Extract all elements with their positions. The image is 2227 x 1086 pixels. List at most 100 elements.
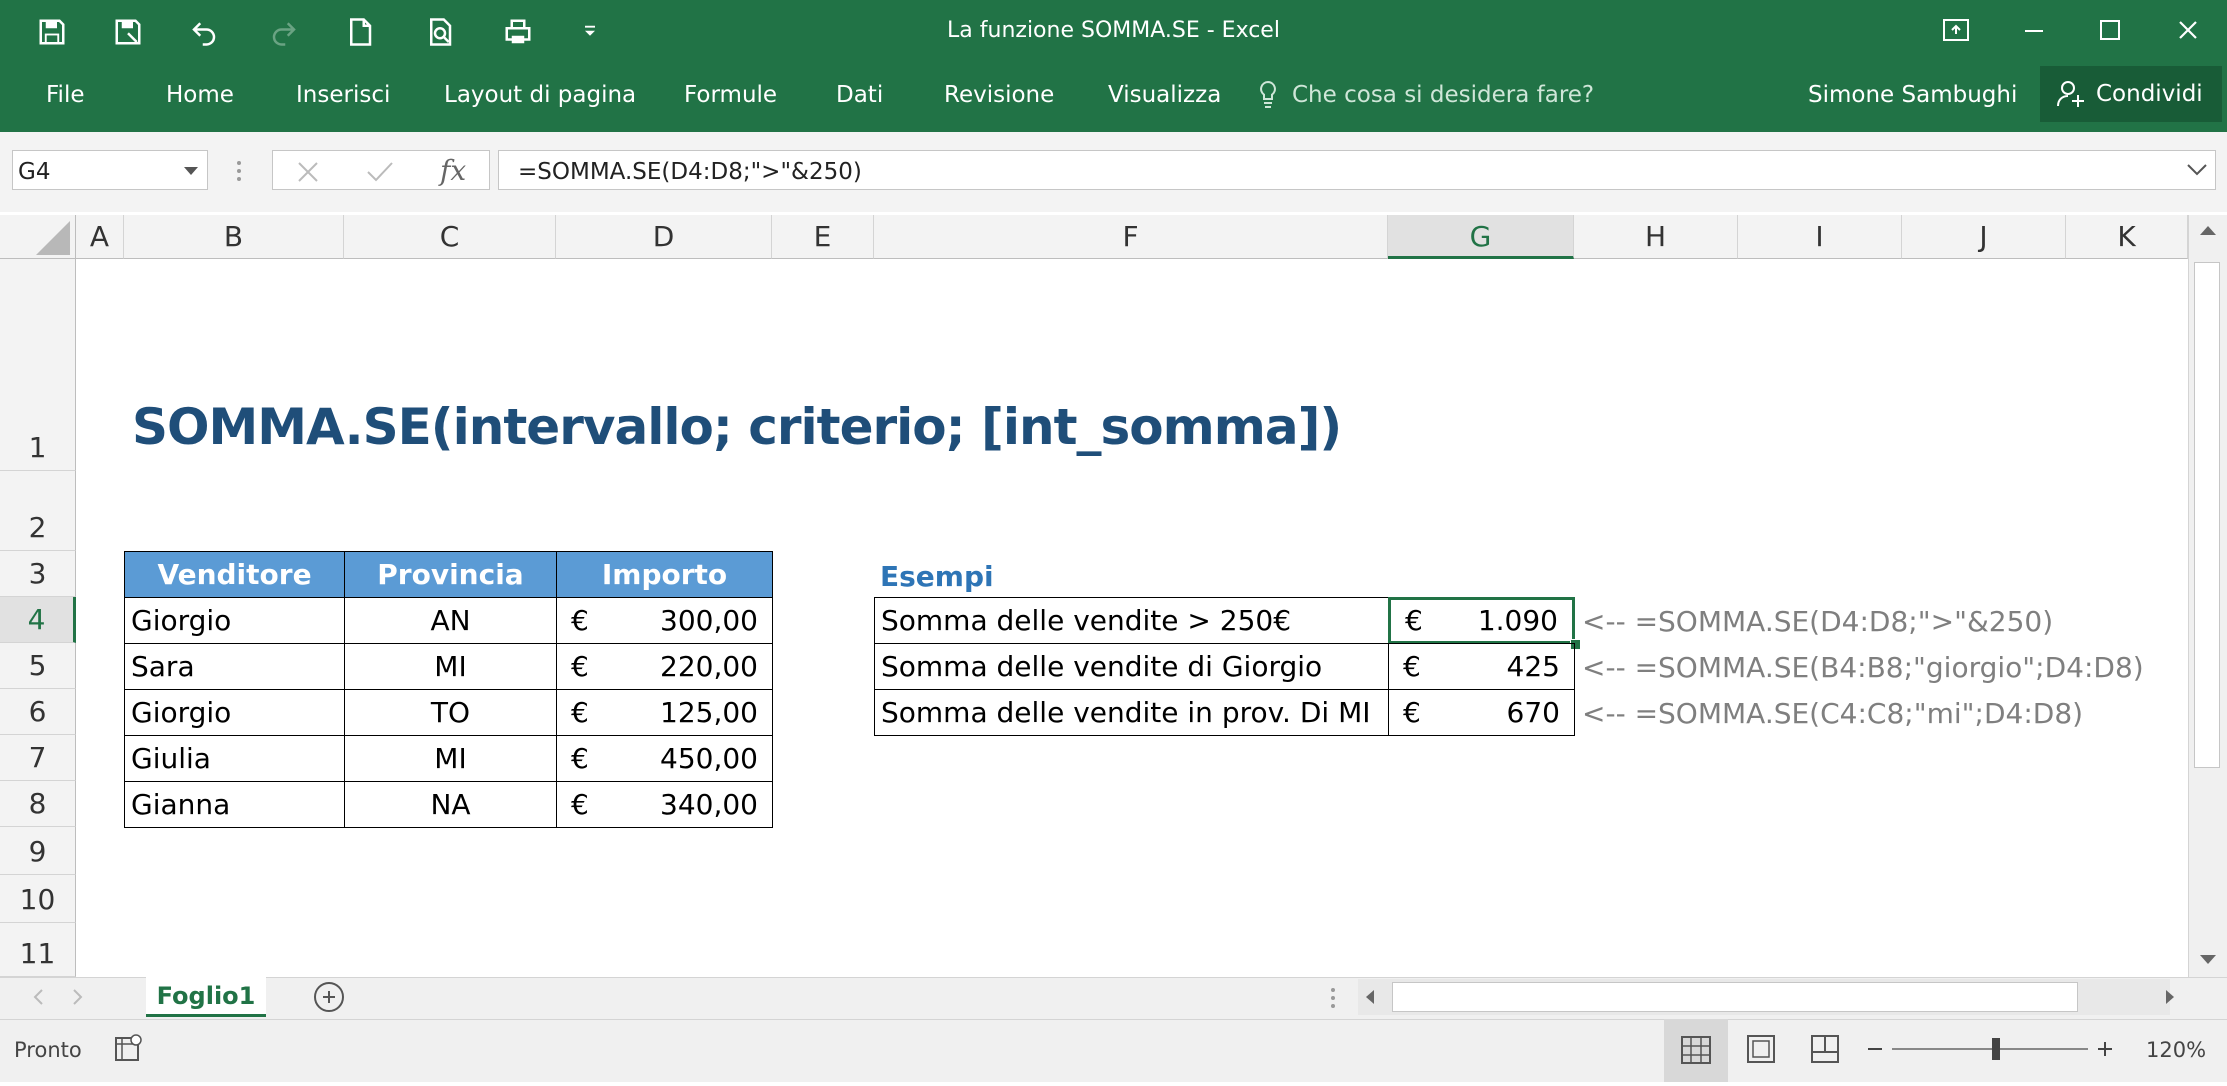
tab-home[interactable]: Home (166, 82, 234, 108)
select-all-button[interactable] (0, 215, 76, 259)
example-value: 1.090 (1477, 604, 1558, 637)
row-header-11[interactable]: 11 (0, 923, 76, 977)
row-header-6[interactable]: 6 (0, 689, 76, 735)
table-header-importo[interactable]: Importo (556, 551, 773, 598)
table-cell-importo[interactable]: € 340,00 (556, 781, 773, 828)
minimize-icon[interactable] (2004, 8, 2064, 52)
zoom-slider-thumb[interactable] (1992, 1038, 2000, 1060)
column-header-k[interactable]: K (2066, 215, 2188, 259)
horizontal-scroll-thumb[interactable] (1392, 982, 2078, 1012)
table-cell-provincia[interactable]: AN (344, 597, 557, 644)
user-name[interactable]: Simone Sambughi (1808, 82, 2017, 108)
table-cell-venditore[interactable]: Gianna (124, 781, 345, 828)
expand-formula-icon[interactable] (2186, 162, 2208, 182)
normal-view-icon[interactable] (1664, 1019, 1728, 1082)
ribbon-display-icon[interactable] (1926, 8, 1986, 52)
table-cell-provincia[interactable]: MI (344, 735, 557, 782)
zoom-level[interactable]: 120% (2146, 1038, 2206, 1062)
column-header-g[interactable]: G (1388, 215, 1574, 259)
column-header-i[interactable]: I (1738, 215, 1902, 259)
amount-value: 125,00 (660, 696, 758, 729)
insert-function-button[interactable]: fx (440, 154, 466, 187)
tab-layout-di-pagina[interactable]: Layout di pagina (444, 82, 636, 108)
zoom-out-icon[interactable] (1866, 1040, 1884, 1062)
enter-icon[interactable] (366, 160, 394, 188)
table-header-provincia[interactable]: Provincia (344, 551, 557, 598)
chevron-down-icon[interactable] (184, 167, 198, 175)
zoom-in-icon[interactable] (2096, 1040, 2114, 1062)
example-value-cell[interactable]: € 670 (1388, 689, 1575, 736)
tab-revisione[interactable]: Revisione (944, 82, 1054, 108)
table-cell-venditore[interactable]: Giulia (124, 735, 345, 782)
table-cell-venditore[interactable]: Giorgio (124, 689, 345, 736)
tab-formule[interactable]: Formule (684, 82, 777, 108)
example-label-cell[interactable]: Somma delle vendite > 250€ (874, 597, 1389, 644)
zoom-slider-track[interactable] (1892, 1048, 2088, 1050)
page-break-view-icon[interactable] (1808, 1034, 1842, 1068)
row-header-4[interactable]: 4 (0, 597, 76, 643)
tell-me-input[interactable]: Che cosa si desidera fare? (1292, 82, 1594, 108)
row-header-9[interactable]: 9 (0, 827, 76, 875)
tab-file[interactable]: File (46, 82, 85, 108)
table-cell-venditore[interactable]: Sara (124, 643, 345, 690)
example-value-cell[interactable]: € 425 (1388, 643, 1575, 690)
row-header-3[interactable]: 3 (0, 551, 76, 597)
table-cell-importo[interactable]: € 125,00 (556, 689, 773, 736)
scroll-up-icon[interactable] (2198, 222, 2218, 241)
table-header-venditore[interactable]: Venditore (124, 551, 345, 598)
macro-record-icon[interactable] (112, 1034, 144, 1068)
currency-symbol: € (1405, 604, 1423, 637)
tab-visualizza[interactable]: Visualizza (1108, 82, 1221, 108)
example-formula-hint[interactable]: <-- =SOMMA.SE(D4:D8;">"&250) (1582, 605, 2053, 638)
status-text: Pronto (14, 1038, 82, 1062)
sheet-tab-foglio1[interactable]: Foglio1 (146, 977, 266, 1017)
column-header-d[interactable]: D (556, 215, 772, 259)
column-header-b[interactable]: B (124, 215, 344, 259)
tab-dati[interactable]: Dati (836, 82, 883, 108)
share-button[interactable]: Condividi (2040, 66, 2222, 122)
row-header-2[interactable]: 2 (0, 471, 76, 551)
column-header-j[interactable]: J (1902, 215, 2066, 259)
scroll-left-icon[interactable] (1364, 988, 1376, 1010)
currency-symbol: € (571, 742, 589, 775)
example-value-cell-selected[interactable]: € 1.090 (1388, 597, 1575, 644)
example-label-cell[interactable]: Somma delle vendite in prov. Di MI (874, 689, 1389, 736)
row-header-7[interactable]: 7 (0, 735, 76, 781)
row-header-1[interactable]: 1 (0, 259, 76, 471)
formula-value: =SOMMA.SE(D4:D8;">"&250) (518, 159, 862, 185)
example-formula-hint[interactable]: <-- =SOMMA.SE(B4:B8;"giorgio";D4:D8) (1582, 651, 2144, 684)
table-cell-provincia[interactable]: MI (344, 643, 557, 690)
sheet-title[interactable]: SOMMA.SE(intervallo; criterio; [int_somm… (132, 398, 1342, 456)
add-sheet-icon[interactable] (314, 982, 344, 1012)
table-cell-importo[interactable]: € 450,00 (556, 735, 773, 782)
column-header-h[interactable]: H (1574, 215, 1738, 259)
tab-scroll-right-icon[interactable] (72, 988, 84, 1010)
table-cell-provincia[interactable]: NA (344, 781, 557, 828)
table-cell-venditore[interactable]: Giorgio (124, 597, 345, 644)
grip-icon[interactable] (236, 158, 242, 184)
close-icon[interactable] (2158, 8, 2218, 52)
column-header-a[interactable]: A (76, 215, 124, 259)
maximize-icon[interactable] (2080, 8, 2140, 52)
row-header-8[interactable]: 8 (0, 781, 76, 827)
row-header-10[interactable]: 10 (0, 875, 76, 923)
example-formula-hint[interactable]: <-- =SOMMA.SE(C4:C8;"mi";D4:D8) (1582, 697, 2083, 730)
column-header-e[interactable]: E (772, 215, 874, 259)
table-cell-provincia[interactable]: TO (344, 689, 557, 736)
vertical-scroll-thumb[interactable] (2194, 262, 2220, 768)
column-header-c[interactable]: C (344, 215, 556, 259)
example-label-cell[interactable]: Somma delle vendite di Giorgio (874, 643, 1389, 690)
tab-inserisci[interactable]: Inserisci (296, 82, 390, 108)
column-header-f[interactable]: F (874, 215, 1388, 259)
scroll-right-icon[interactable] (2164, 988, 2176, 1010)
amount-value: 450,00 (660, 742, 758, 775)
tab-scroll-left-icon[interactable] (32, 988, 44, 1010)
row-header-5[interactable]: 5 (0, 643, 76, 689)
table-cell-importo[interactable]: € 300,00 (556, 597, 773, 644)
grip-icon[interactable] (1330, 986, 1336, 1010)
scroll-down-icon[interactable] (2198, 952, 2218, 971)
page-layout-view-icon[interactable] (1744, 1034, 1778, 1068)
esempi-label[interactable]: Esempi (880, 560, 994, 593)
cancel-icon[interactable] (296, 160, 320, 188)
table-cell-importo[interactable]: € 220,00 (556, 643, 773, 690)
